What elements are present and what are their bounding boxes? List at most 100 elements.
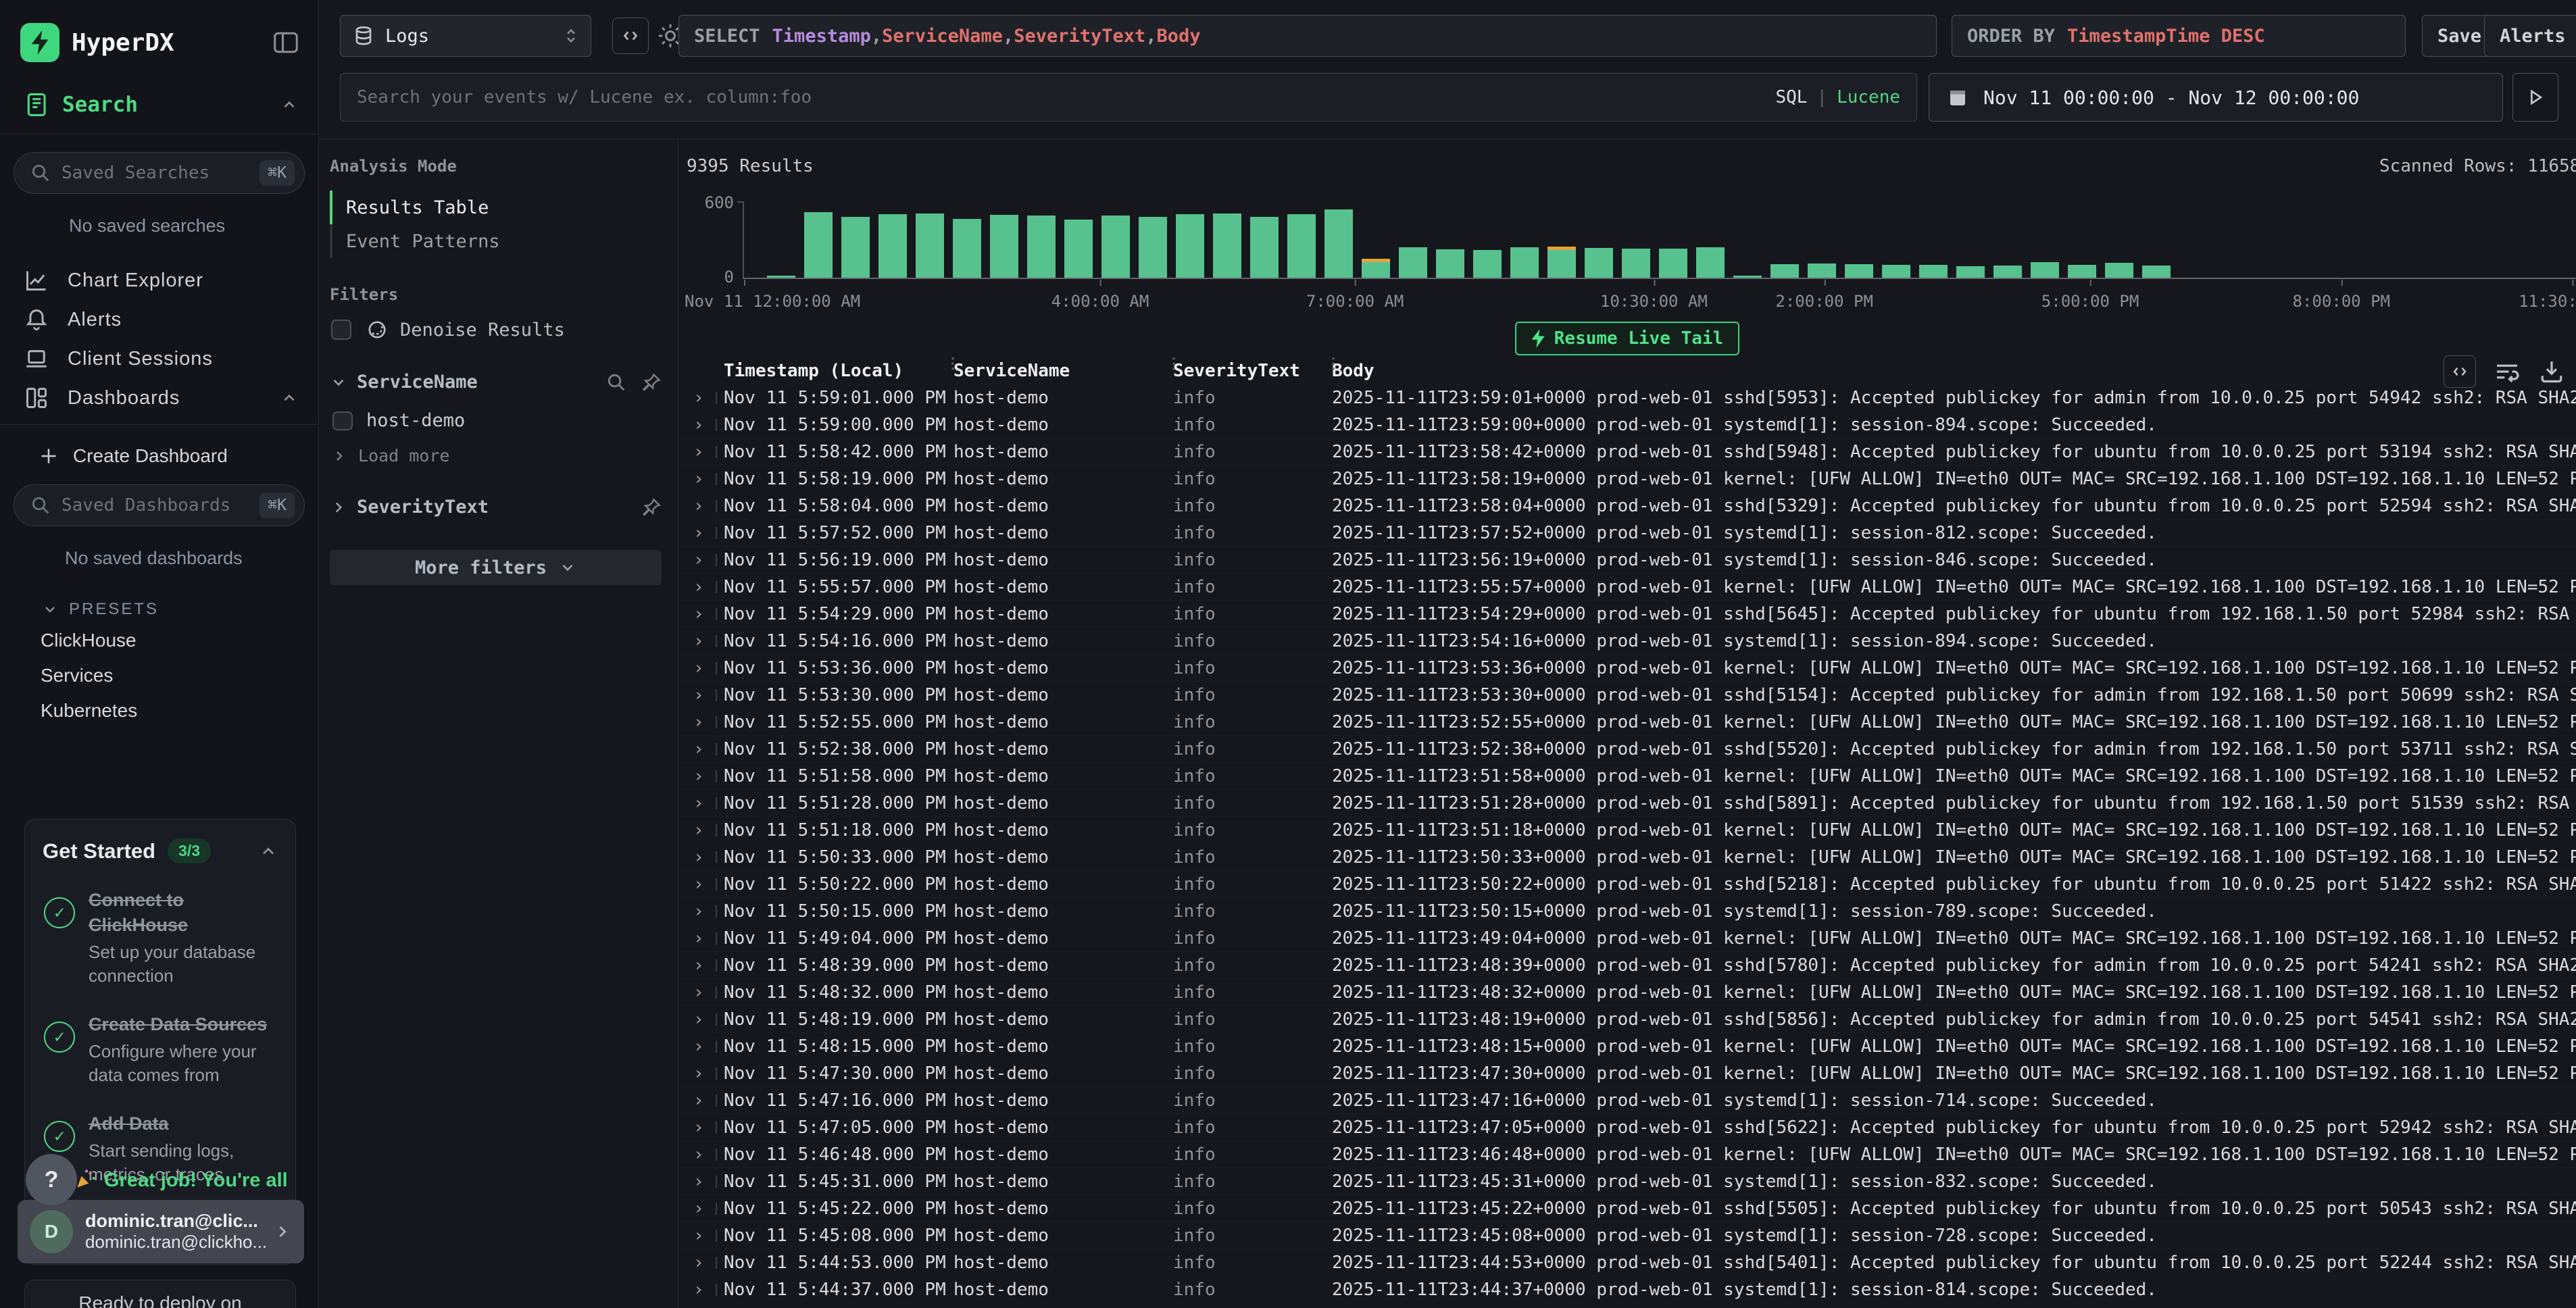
histogram-bar[interactable] — [1696, 247, 1725, 278]
row-expand-chevron[interactable]: › — [687, 1144, 724, 1165]
histogram-bar[interactable] — [1139, 217, 1167, 278]
alerts-button[interactable]: Alerts — [2484, 15, 2576, 57]
row-expand-chevron[interactable]: › — [687, 1090, 724, 1111]
sidebar-item-client-sessions[interactable]: Client Sessions — [0, 339, 318, 378]
table-row[interactable]: › Nov 11 5:57:52.000 PM host-demo info 2… — [678, 519, 2576, 546]
row-expand-chevron[interactable]: › — [687, 712, 724, 732]
table-row[interactable]: › Nov 11 5:47:30.000 PM host-demo info 2… — [678, 1059, 2576, 1086]
histogram-bar[interactable] — [2105, 263, 2133, 278]
row-expand-chevron[interactable]: › — [687, 1036, 724, 1057]
table-row[interactable]: › Nov 11 5:47:05.000 PM host-demo info 2… — [678, 1113, 2576, 1140]
table-row[interactable]: › Nov 11 5:47:16.000 PM host-demo info 2… — [678, 1086, 2576, 1113]
table-row[interactable]: › Nov 11 5:44:53.000 PM host-demo info 2… — [678, 1249, 2576, 1276]
table-row[interactable]: › Nov 11 5:51:18.000 PM host-demo info 2… — [678, 816, 2576, 843]
histogram-bar[interactable] — [1845, 264, 1873, 278]
row-expand-chevron[interactable]: › — [687, 1253, 724, 1273]
saved-dashboards-input[interactable]: Saved Dashboards ⌘K — [14, 484, 305, 526]
row-expand-chevron[interactable]: › — [687, 577, 724, 597]
row-expand-chevron[interactable]: › — [687, 739, 724, 759]
filter-group-servicename[interactable]: ServiceName — [330, 372, 662, 393]
checkbox[interactable] — [332, 411, 353, 430]
sidebar-item-dashboards[interactable]: Dashboards — [0, 378, 318, 418]
row-expand-chevron[interactable]: › — [687, 982, 724, 1003]
histogram-bar[interactable] — [1733, 276, 1762, 278]
row-expand-chevron[interactable]: › — [687, 955, 724, 976]
saved-searches-input[interactable]: Saved Searches ⌘K — [14, 152, 305, 194]
sidebar-item-clickhouse[interactable]: ClickHouse — [0, 623, 318, 658]
sidebar-item-alerts[interactable]: Alerts — [0, 300, 318, 339]
row-expand-chevron[interactable]: › — [687, 496, 724, 516]
histogram-bar[interactable] — [2031, 262, 2059, 278]
row-expand-chevron[interactable]: › — [687, 442, 724, 462]
column-timestamp[interactable]: Timestamp (Local) — [724, 361, 953, 381]
table-row[interactable]: › Nov 11 5:48:32.000 PM host-demo info 2… — [678, 978, 2576, 1005]
histogram-bar[interactable] — [1585, 248, 1613, 278]
histogram-bar[interactable] — [2068, 265, 2096, 278]
histogram-bar[interactable] — [1770, 264, 1799, 278]
histogram-bar[interactable] — [1362, 259, 1390, 278]
pin-icon[interactable] — [641, 372, 662, 393]
row-expand-chevron[interactable]: › — [687, 523, 724, 543]
table-row[interactable]: › Nov 11 5:45:31.000 PM host-demo info 2… — [678, 1167, 2576, 1194]
resume-live-tail-button[interactable]: Resume Live Tail — [1515, 322, 1739, 355]
user-account-button[interactable]: D dominic.tran@clic... dominic.tran@clic… — [18, 1200, 304, 1263]
edit-source-button[interactable] — [612, 18, 649, 54]
row-expand-chevron[interactable]: › — [687, 1117, 724, 1138]
column-resize-handle[interactable]: ⋮ — [945, 361, 949, 380]
table-row[interactable]: › Nov 11 5:50:33.000 PM host-demo info 2… — [678, 843, 2576, 870]
view-options-button[interactable] — [2444, 355, 2476, 388]
help-button[interactable]: ? — [26, 1154, 77, 1205]
row-expand-chevron[interactable]: › — [687, 1172, 724, 1192]
row-expand-chevron[interactable]: › — [687, 1199, 724, 1219]
table-row[interactable]: › Nov 11 5:51:28.000 PM host-demo info 2… — [678, 789, 2576, 816]
presets-section-toggle[interactable]: PRESETS — [0, 576, 318, 623]
row-expand-chevron[interactable]: › — [687, 469, 724, 489]
language-toggle[interactable]: SQL|Lucene — [1775, 87, 1900, 107]
histogram-bar[interactable] — [1101, 216, 1130, 278]
histogram-bar[interactable] — [1473, 250, 1502, 278]
histogram-bar[interactable] — [1919, 265, 1948, 278]
row-expand-chevron[interactable]: › — [687, 388, 724, 408]
row-expand-chevron[interactable]: › — [687, 820, 724, 840]
histogram-bar[interactable] — [916, 213, 944, 278]
table-row[interactable]: › Nov 11 5:51:58.000 PM host-demo info 2… — [678, 762, 2576, 789]
table-row[interactable]: › Nov 11 5:45:08.000 PM host-demo info 2… — [678, 1222, 2576, 1249]
get-started-item[interactable]: ✓ Create Data Sources Configure where yo… — [43, 1012, 278, 1087]
column-resize-handle[interactable]: ⋮ — [1326, 361, 1330, 380]
row-expand-chevron[interactable]: › — [687, 604, 724, 624]
histogram-bar[interactable] — [1250, 217, 1279, 278]
row-expand-chevron[interactable]: › — [687, 1280, 724, 1300]
source-select[interactable]: Logs — [340, 15, 591, 57]
row-expand-chevron[interactable]: › — [687, 1226, 724, 1246]
pin-icon[interactable] — [641, 497, 662, 518]
chevron-down-icon[interactable] — [330, 374, 347, 391]
histogram-bar[interactable] — [1287, 214, 1316, 278]
table-row[interactable]: › Nov 11 5:52:55.000 PM host-demo info 2… — [678, 708, 2576, 735]
column-severitytext[interactable]: SeverityText — [1173, 361, 1332, 381]
histogram-bar[interactable] — [2142, 266, 2171, 278]
analysis-mode-event-patterns[interactable]: Event Patterns — [330, 224, 662, 258]
table-row[interactable]: › Nov 11 5:53:36.000 PM host-demo info 2… — [678, 654, 2576, 681]
select-clause-input[interactable]: SELECT Timestamp,ServiceName,SeverityTex… — [678, 15, 1937, 57]
histogram-bar[interactable] — [953, 219, 981, 278]
date-range-picker[interactable]: Nov 11 00:00:00 - Nov 12 00:00:00 — [1929, 73, 2503, 122]
load-more-button[interactable]: Load more — [331, 446, 662, 466]
row-expand-chevron[interactable]: › — [687, 901, 724, 922]
sql-toggle[interactable]: SQL — [1775, 87, 1807, 107]
table-row[interactable]: › Nov 11 5:50:22.000 PM host-demo info 2… — [678, 870, 2576, 897]
table-row[interactable]: › Nov 11 5:54:16.000 PM host-demo info 2… — [678, 627, 2576, 654]
results-histogram[interactable]: 600 0 Nov 11 12:00:00 AM 4:00:00 AM 7:00… — [678, 181, 2576, 316]
row-expand-chevron[interactable]: › — [687, 415, 724, 435]
table-row[interactable]: › Nov 11 5:46:48.000 PM host-demo info 2… — [678, 1140, 2576, 1167]
histogram-bar[interactable] — [1510, 247, 1539, 278]
table-row[interactable]: › Nov 11 5:56:19.000 PM host-demo info 2… — [678, 546, 2576, 573]
table-row[interactable]: › Nov 11 5:49:04.000 PM host-demo info 2… — [678, 924, 2576, 951]
histogram-bar[interactable] — [1176, 214, 1204, 278]
row-expand-chevron[interactable]: › — [687, 766, 724, 786]
row-expand-chevron[interactable]: › — [687, 1009, 724, 1030]
chevron-up-icon[interactable] — [259, 842, 278, 861]
row-expand-chevron[interactable]: › — [687, 631, 724, 651]
sidebar-item-kubernetes[interactable]: Kubernetes — [0, 693, 318, 728]
column-resize-handle[interactable]: ⋮ — [1166, 361, 1170, 380]
histogram-bar[interactable] — [1622, 249, 1650, 278]
